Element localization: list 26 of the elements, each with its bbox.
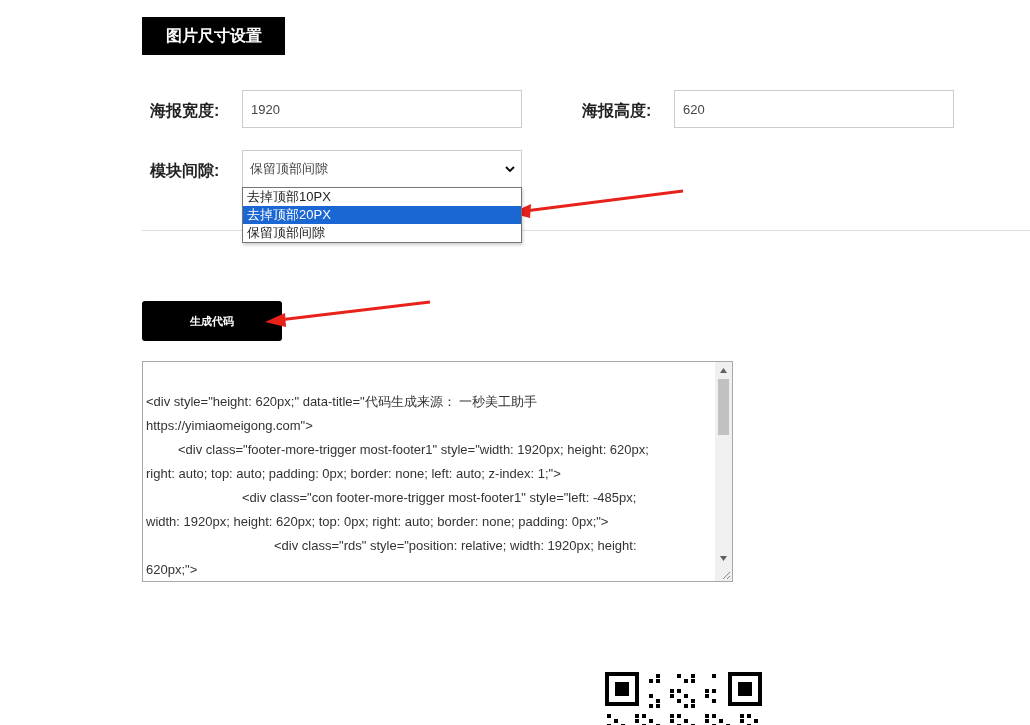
code-line: <div class="rds" style="position: relative; width: 1920px; height: <box>273 538 637 553</box>
generate-code-button[interactable]: 生成代码 <box>142 301 282 341</box>
field-label: 海报高度: <box>582 101 653 121</box>
dropdown-option[interactable]: 保留顶部间隙 <box>243 224 521 242</box>
code-line: <div class="footer-more-trigger most-footer1" style="width: 1920px; height: 620px; <box>177 442 649 457</box>
field-label: 海报宽度: <box>150 101 221 121</box>
select-dropdown[interactable]: 保留顶部间隙 <box>242 150 522 188</box>
scroll-thumb[interactable] <box>718 379 729 435</box>
scrollbar[interactable] <box>715 362 732 581</box>
field-label: 模块间隙: <box>150 161 221 181</box>
code-line: <div style="height: 620px;" data-title="代码生成来源： 一秒美工助手 <box>146 394 538 409</box>
resize-grip-icon[interactable] <box>721 570 731 580</box>
chevron-down-icon <box>505 165 515 173</box>
input-field[interactable]: 620 <box>674 90 954 128</box>
input-field[interactable]: 1920 <box>242 90 522 128</box>
section-title: 图片尺寸设置 <box>142 17 285 55</box>
code-line: <div class="con footer-more-trigger most-footer1" style="left: -485px; <box>241 490 637 505</box>
code-line: 620px;"> <box>146 562 198 577</box>
code-line: https://yimiaomeigong.com"> <box>146 418 313 433</box>
code-textarea[interactable] <box>142 361 733 582</box>
scroll-down-icon[interactable] <box>720 556 727 561</box>
scroll-up-icon[interactable] <box>720 368 727 373</box>
code-line: right: auto; top: auto; padding: 0px; border: none; left: auto; z-index: 1;"> <box>146 466 561 481</box>
dropdown-option[interactable]: 去掉顶部20PX <box>243 206 521 224</box>
dropdown-option[interactable]: 去掉顶部10PX <box>243 188 521 206</box>
code-line: width: 1920px; height: 620px; top: 0px; right: auto; border: none; padding: 0px;"> <box>146 514 609 529</box>
